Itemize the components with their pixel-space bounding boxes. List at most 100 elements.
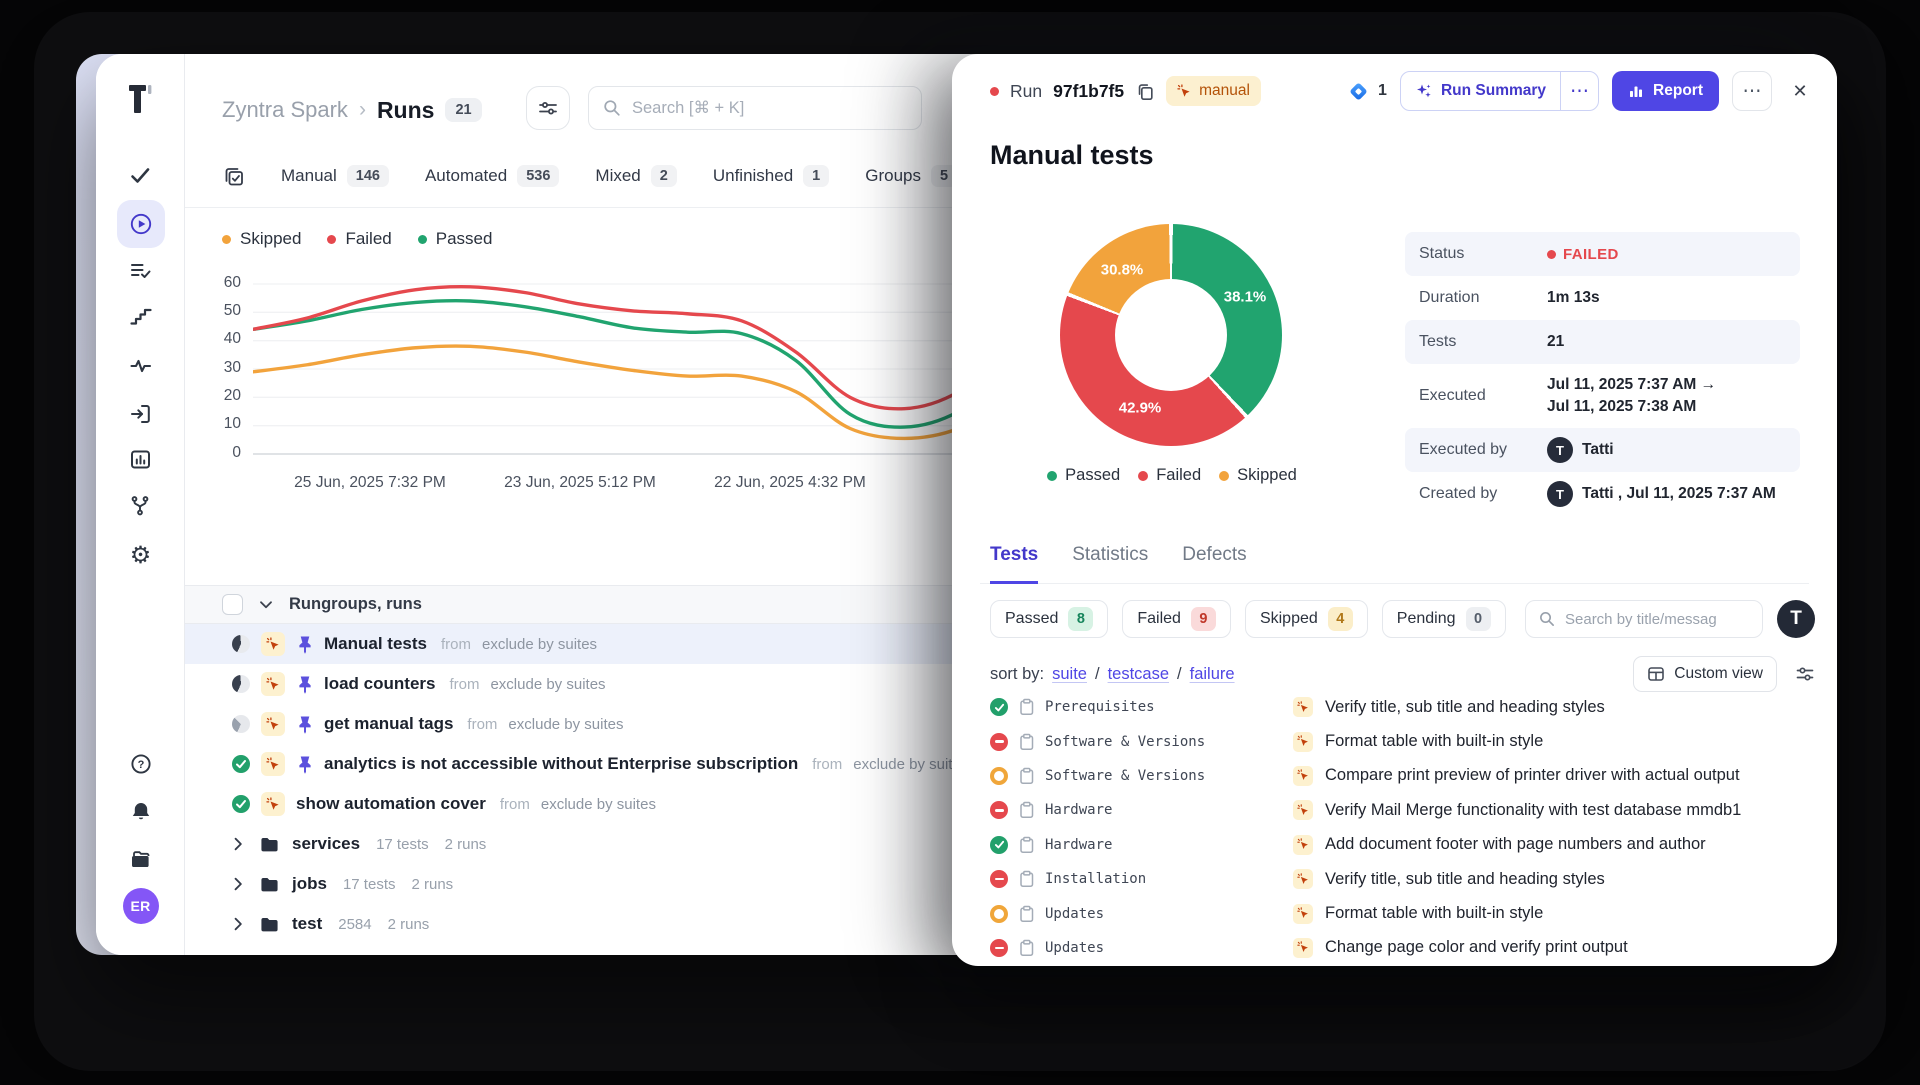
x-tick: 23 Jun, 2025 5:12 PM (504, 474, 656, 492)
test-row[interactable]: Software & VersionsFormat table with bui… (952, 724, 1837, 758)
sidebar-item-help[interactable]: ? (96, 744, 185, 784)
more-actions-button[interactable]: ⋯ (1732, 71, 1772, 111)
chevron-right-icon[interactable] (229, 835, 247, 853)
tab-mixed[interactable]: Mixed2 (595, 165, 676, 187)
tab-count: 536 (517, 165, 559, 187)
tab-manual[interactable]: Manual146 (281, 165, 389, 187)
sidebar-item-testcases[interactable] (96, 251, 185, 291)
sidebar-item-runs[interactable] (96, 204, 185, 244)
play-circle-icon (129, 212, 153, 236)
filter-button[interactable] (526, 86, 570, 130)
sidebar-item-notifications[interactable] (96, 791, 185, 831)
app-logo[interactable] (96, 76, 185, 124)
breadcrumb-project[interactable]: Zyntra Spark (222, 97, 348, 123)
failed-dot-icon (327, 235, 336, 244)
sidebar-item-projects[interactable] (96, 840, 185, 880)
legend-item-failed[interactable]: Failed (1138, 466, 1201, 485)
folder-icon (259, 835, 280, 854)
executed-by-value: Tatti (1582, 441, 1614, 459)
sliders-icon[interactable] (1795, 664, 1815, 684)
filter-passed[interactable]: Passed8 (990, 600, 1108, 638)
test-row[interactable]: UpdatesFormat table with built-in style (952, 896, 1837, 930)
clipboard-icon (1018, 767, 1035, 785)
filter-count: 4 (1328, 607, 1353, 631)
test-title: Add document footer with page numbers an… (1325, 835, 1706, 854)
runs-trend-chart[interactable] (253, 272, 1013, 472)
help-icon: ? (130, 753, 152, 775)
tests-search-input[interactable] (1565, 611, 1750, 628)
status-badge: FAILED (1547, 246, 1619, 263)
tab-defects[interactable]: Defects (1182, 544, 1246, 584)
test-row[interactable]: PrerequisitesVerify title, sub title and… (952, 690, 1837, 724)
tab-tests[interactable]: Tests (990, 544, 1038, 584)
sidebar-item-results[interactable] (96, 156, 185, 196)
user-avatar[interactable]: ER (96, 886, 185, 926)
info-row-status: Status FAILED (1405, 232, 1800, 276)
created-by-value: Tatti , Jul 11, 2025 7:37 AM (1582, 485, 1776, 503)
info-row-executed: Executed Jul 11, 2025 7:37 AM → Jul 11, … (1405, 364, 1800, 428)
tab-unfinished[interactable]: Unfinished1 (713, 165, 829, 187)
filter-failed[interactable]: Failed9 (1122, 600, 1231, 638)
sort-link-suite[interactable]: suite (1052, 665, 1087, 684)
sidebar-item-settings[interactable]: ⚙ (96, 535, 185, 575)
legend-item-failed[interactable]: Failed (327, 229, 391, 249)
test-row[interactable]: InstallationVerify title, sub title and … (952, 862, 1837, 896)
test-row[interactable]: Software & VersionsCompare print preview… (952, 759, 1837, 793)
filter-pending[interactable]: Pending0 (1382, 600, 1506, 638)
failed-dot-icon (1138, 471, 1148, 481)
linked-issues-count: 1 (1378, 82, 1387, 100)
test-suite: Updates (1045, 940, 1293, 956)
run-status-donut-chart[interactable]: 30.8% 38.1% 42.9% (1060, 224, 1282, 446)
info-row-tests: Tests 21 (1405, 320, 1800, 364)
executed-start: Jul 11, 2025 7:37 AM → (1547, 374, 1716, 396)
test-row[interactable]: HardwareVerify Mail Merge functionality … (952, 793, 1837, 827)
page-title: Runs (377, 97, 435, 124)
run-source: exclude by suites (490, 676, 605, 693)
legend-item-passed[interactable]: Passed (418, 229, 493, 249)
manual-cursor-icon (1293, 904, 1313, 924)
copy-icon[interactable] (1135, 81, 1155, 101)
legend-item-skipped[interactable]: Skipped (222, 229, 301, 249)
avatar: T (1547, 481, 1573, 507)
check-icon (129, 164, 153, 188)
custom-view-button[interactable]: Custom view (1633, 656, 1777, 692)
report-bars-icon (1628, 83, 1644, 99)
sidebar-item-analytics[interactable] (96, 440, 185, 480)
chevron-down-icon[interactable] (256, 595, 276, 615)
test-row[interactable]: HardwareAdd document footer with page nu… (952, 828, 1837, 862)
chevron-right-icon[interactable] (229, 915, 247, 933)
gear-icon: ⚙ (130, 541, 152, 569)
jira-diamond-icon[interactable] (1349, 82, 1367, 100)
manual-cursor-icon (1293, 732, 1313, 752)
filter-skipped[interactable]: Skipped4 (1245, 600, 1368, 638)
sort-link-testcase[interactable]: testcase (1108, 665, 1169, 684)
tab-statistics[interactable]: Statistics (1072, 544, 1148, 584)
run-state-icon (232, 635, 250, 653)
sidebar-item-import[interactable] (96, 394, 185, 434)
select-all-checkbox[interactable] (222, 594, 243, 615)
clipboard-icon (1018, 870, 1035, 888)
search-input[interactable] (632, 99, 908, 118)
legend-item-skipped[interactable]: Skipped (1219, 466, 1297, 485)
select-runs-icon[interactable] (222, 165, 245, 188)
run-summary-more-button[interactable]: ⋯ (1560, 72, 1598, 110)
folder-icon (259, 875, 280, 894)
sort-link-failure[interactable]: failure (1190, 665, 1235, 684)
sidebar-item-pulse[interactable] (96, 346, 185, 386)
assignee-avatar[interactable]: T (1777, 600, 1815, 638)
sidebar-item-branches[interactable] (96, 486, 185, 526)
close-icon[interactable]: ✕ (1785, 76, 1815, 106)
test-title: Format table with built-in style (1325, 732, 1543, 751)
sidebar-item-milestones[interactable] (96, 297, 185, 337)
filter-lines-icon (537, 97, 559, 119)
test-row[interactable]: UpdatesChange page color and verify prin… (952, 931, 1837, 965)
tab-groups[interactable]: Groups5 (865, 165, 957, 187)
report-button[interactable]: Report (1612, 71, 1719, 111)
chevron-right-icon[interactable] (229, 875, 247, 893)
folder-icon (259, 915, 280, 934)
legend-item-passed[interactable]: Passed (1047, 466, 1120, 485)
tab-automated[interactable]: Automated536 (425, 165, 559, 187)
svg-text:?: ? (137, 759, 144, 771)
test-suite: Installation (1045, 871, 1293, 887)
run-summary-button[interactable]: Run Summary (1401, 72, 1560, 110)
